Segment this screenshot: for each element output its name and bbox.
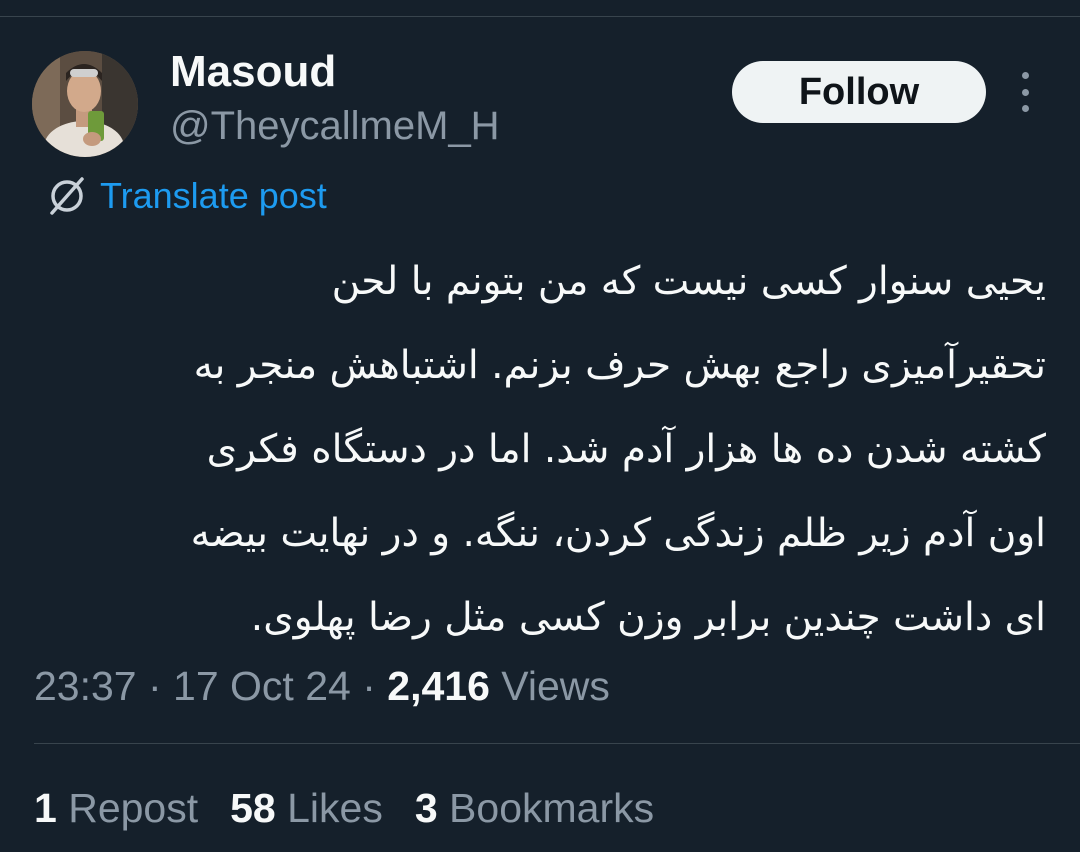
- post-time[interactable]: 23:37: [34, 663, 137, 709]
- translate-label: Translate post: [100, 175, 327, 216]
- meta-separator: ·: [350, 663, 388, 709]
- post-date[interactable]: 17 Oct 24: [173, 663, 351, 709]
- bookmarks-label: Bookmarks: [437, 785, 655, 831]
- meta-separator: ·: [136, 663, 174, 709]
- stats-divider: [34, 743, 1080, 744]
- avatar[interactable]: [32, 51, 138, 157]
- follow-button[interactable]: Follow: [732, 61, 986, 123]
- reposts-count: 1: [34, 785, 57, 831]
- reposts-label: Repost: [56, 785, 199, 831]
- display-name[interactable]: Masoud: [170, 46, 336, 98]
- translate-icon: [50, 177, 84, 215]
- reposts-stat[interactable]: 1 Repost: [34, 780, 198, 836]
- post-text-line: تحقیرآمیزی راجع بهش حرف بزنم. اشتباهش من…: [193, 343, 1046, 388]
- views-label: Views: [489, 663, 610, 709]
- post-text-line: کشته شدن ده ها هزار آدم شد. اما در دستگا…: [206, 427, 1046, 472]
- post-text: یحیی سنوار کسی نیست که من بتونم با لحن ت…: [34, 240, 1046, 660]
- likes-count: 58: [230, 785, 276, 831]
- post-detail: Masoud @TheycallmeM_H Follow Translate p…: [0, 0, 1080, 852]
- avatar-image: [32, 51, 138, 157]
- translate-post-link[interactable]: Translate post: [44, 172, 327, 220]
- bookmarks-stat[interactable]: 3 Bookmarks: [415, 780, 654, 836]
- more-dot: [1021, 105, 1029, 112]
- likes-stat[interactable]: 58 Likes: [230, 780, 383, 836]
- top-divider: [0, 16, 1080, 17]
- more-dot: [1021, 88, 1029, 96]
- bookmarks-count: 3: [414, 785, 438, 831]
- engagement-stats: 1 Repost 58 Likes 3 Bookmarks: [34, 780, 686, 836]
- post-text-line: ای داشت چندین برابر وزن کسی مثل رضا پهلو…: [250, 595, 1046, 640]
- post-text-line: اون آدم زیر ظلم زندگی کردن، ننگه. و در ن…: [190, 511, 1046, 556]
- post-text-line: یحیی سنوار کسی نیست که من بتونم با لحن: [331, 259, 1046, 304]
- views-count: 2,416: [387, 663, 490, 709]
- more-dot: [1021, 72, 1029, 79]
- user-handle[interactable]: @TheycallmeM_H: [170, 102, 500, 150]
- post-meta: 23:37 · 17 Oct 24 · 2,416 Views: [34, 658, 610, 714]
- more-icon[interactable]: [1010, 72, 1040, 112]
- likes-label: Likes: [275, 785, 383, 831]
